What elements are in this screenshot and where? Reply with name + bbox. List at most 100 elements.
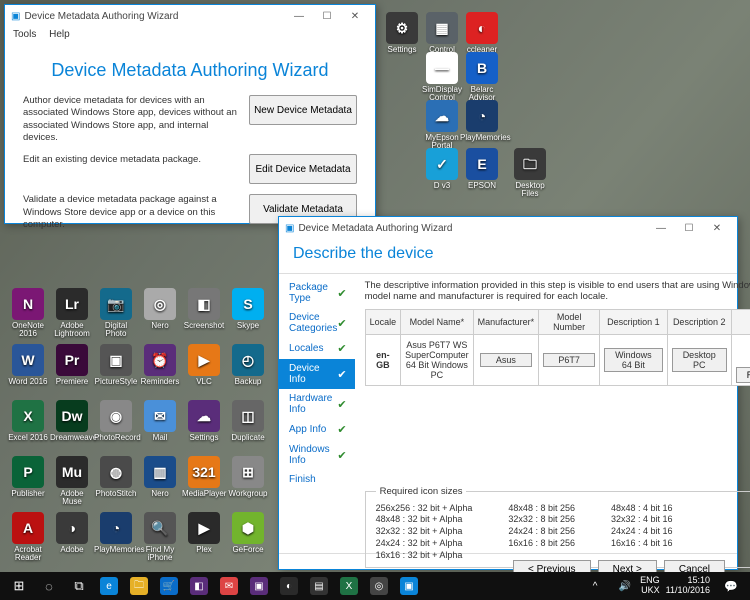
th-locale[interactable]: Locale (365, 309, 401, 334)
icon-size-entry: 16x16 : 8 bit 256 (508, 538, 575, 550)
th-desc2[interactable]: Description 2 (667, 309, 731, 334)
taskbar-app[interactable]: ▣ (244, 574, 274, 598)
desktop-icon[interactable]: AAcrobat Reader (6, 512, 50, 562)
desktop-icon[interactable]: ◐ccleaner (460, 12, 504, 54)
desktop-icon[interactable]: ◴Backup (226, 344, 270, 386)
cell-model[interactable]: Asus P6T7 WS SuperComputer 64 Bit Window… (401, 334, 474, 385)
cell-desc1[interactable]: Windows 64 Bit (604, 348, 663, 372)
titlebar[interactable]: ▣ Device Metadata Authoring Wizard — ☐ ✕ (5, 5, 375, 27)
desktop-icon[interactable]: ✉Mail (138, 400, 182, 442)
desktop-icon[interactable]: WWord 2016 (6, 344, 50, 386)
desktop-icon[interactable]: ☁MyEpson Portal (420, 100, 464, 150)
desktop-icon[interactable]: PrPremiere (50, 344, 94, 386)
tray-icon[interactable]: 🔊 (610, 574, 640, 598)
minimize-button[interactable]: — (647, 219, 675, 237)
taskbar-app[interactable]: ◧ (184, 574, 214, 598)
edit-device-metadata-button[interactable]: Edit Device Metadata (249, 154, 357, 184)
desktop-icon[interactable]: BBelarc Advisor (460, 52, 504, 102)
cell-desc2[interactable]: Desktop PC (672, 348, 727, 372)
desktop-icon[interactable]: ◑Adobe (50, 512, 94, 554)
desktop-icon[interactable]: NOneNote 2016 (6, 288, 50, 338)
taskbar[interactable]: ⊞ ◌ ⧉ e 🗀 🛒 ◧ ✉ ▣ ◐ ▤ X ◎ ▣ ^ 🔊 ENG UKX … (0, 572, 750, 600)
th-model-number[interactable]: Model Number (539, 309, 600, 334)
taskbar-app[interactable]: ▤ (304, 574, 334, 598)
icon-size-entry: 256x256 : 32 bit + Alpha (376, 503, 473, 515)
desktop-icon[interactable]: 📷Digital Photo (94, 288, 138, 338)
th-icon[interactable]: Icon (731, 309, 750, 334)
desktop-icon[interactable]: ◧Screenshot (182, 288, 226, 330)
desktop-icon[interactable]: ☁Settings (182, 400, 226, 442)
desktop-icon[interactable]: ▶VLC (182, 344, 226, 386)
menu-tools[interactable]: Tools (13, 29, 36, 40)
menu-help[interactable]: Help (49, 29, 70, 40)
icon-label: Duplicate (226, 434, 270, 442)
sidebar-item[interactable]: Finish (279, 470, 355, 489)
taskbar-app[interactable]: e (94, 574, 124, 598)
maximize-button[interactable]: ☐ (313, 7, 341, 25)
desktop-icon[interactable]: LrAdobe Lightroom (50, 288, 94, 338)
desktop-icon[interactable]: PPublisher (6, 456, 50, 498)
titlebar[interactable]: ▣ Device Metadata Authoring Wizard — ☐ ✕ (279, 217, 737, 239)
desktop-icon[interactable]: ✓D v3 (420, 148, 464, 190)
sidebar-item[interactable]: Package Type✔ (279, 278, 355, 308)
desktop-icon[interactable]: ◎Nero (138, 288, 182, 330)
desktop-icon[interactable]: ▥Nero (138, 456, 182, 498)
desktop-icon[interactable]: ▶Plex (182, 512, 226, 554)
sidebar-item[interactable]: Locales✔ (279, 338, 355, 359)
th-desc1[interactable]: Description 1 (600, 309, 668, 334)
table-row[interactable]: en-GB Asus P6T7 WS SuperComputer 64 Bit … (365, 334, 750, 385)
start-button[interactable]: ⊞ (4, 574, 34, 598)
tray-icon[interactable]: ^ (580, 574, 610, 598)
desktop-icon[interactable]: MuAdobe Muse (50, 456, 94, 506)
tray-lang[interactable]: ENG UKX (640, 576, 666, 596)
th-manufacturer[interactable]: Manufacturer* (473, 309, 539, 334)
new-device-metadata-button[interactable]: New Device Metadata (249, 95, 357, 125)
check-icon: ✔ (337, 368, 346, 381)
taskbar-app[interactable]: ▣ (394, 574, 424, 598)
close-button[interactable]: ✕ (703, 219, 731, 237)
desktop-icon[interactable]: ⚙Settings (380, 12, 424, 54)
desktop-icon[interactable]: 321MediaPlayer (182, 456, 226, 498)
taskbar-app[interactable]: ✉ (214, 574, 244, 598)
desktop-icon[interactable]: ◉PhotoRecord (94, 400, 138, 442)
desktop-icon[interactable]: ◍PhotoStitch (94, 456, 138, 498)
desktop-icon[interactable]: 🔍Find My iPhone (138, 512, 182, 562)
desktop-icon[interactable]: SSkype (226, 288, 270, 330)
cell-manufacturer[interactable]: Asus (480, 353, 532, 367)
close-button[interactable]: ✕ (341, 7, 369, 25)
minimize-button[interactable]: — (285, 7, 313, 25)
desktop-icon[interactable]: ◔PlayMemories (94, 512, 138, 554)
sidebar-item[interactable]: Device Categories✔ (279, 308, 355, 338)
desktop-icon[interactable]: ⏰Reminders (138, 344, 182, 386)
taskbar-app[interactable]: X (334, 574, 364, 598)
th-model[interactable]: Model Name* (401, 309, 474, 334)
desktop-icon[interactable]: 🗀Desktop Files (508, 148, 552, 198)
sidebar-item-label: App Info (289, 424, 326, 435)
taskbar-app[interactable]: ◎ (364, 574, 394, 598)
desktop-icon[interactable]: —SimDisplay Control (420, 52, 464, 102)
desktop-icon[interactable]: ◔PlayMemories (460, 100, 504, 142)
sidebar-item[interactable]: Device Info✔ (279, 359, 355, 389)
search-icon[interactable]: ◌ (34, 574, 64, 598)
remove-button[interactable]: Remove (736, 367, 750, 383)
notifications-icon[interactable]: 💬 (716, 574, 746, 598)
sidebar-item[interactable]: Hardware Info✔ (279, 389, 355, 419)
sidebar-item[interactable]: App Info✔ (279, 419, 355, 440)
desktop-icon[interactable]: ▣PictureStyle (94, 344, 138, 386)
taskbar-app[interactable]: 🗀 (124, 574, 154, 598)
taskbar-app[interactable]: 🛒 (154, 574, 184, 598)
desktop-icon[interactable]: EEPSON (460, 148, 504, 190)
taskbar-app[interactable]: ◐ (274, 574, 304, 598)
cell-model-number[interactable]: P6T7 (543, 353, 595, 367)
icon-label: Plex (182, 546, 226, 554)
desktop-icon[interactable]: ⊞Workgroup (226, 456, 270, 498)
maximize-button[interactable]: ☐ (675, 219, 703, 237)
sidebar-item[interactable]: Windows Info✔ (279, 440, 355, 470)
desktop-icon[interactable]: ◫Duplicate (226, 400, 270, 442)
desktop-icon[interactable]: DwDreamweaver (50, 400, 94, 442)
tray-clock[interactable]: 15:10 11/10/2016 (666, 576, 716, 596)
task-view-icon[interactable]: ⧉ (64, 574, 94, 598)
desktop-icon[interactable]: ⬢GeForce (226, 512, 270, 554)
desktop-icon[interactable]: XExcel 2016 (6, 400, 50, 442)
icon-label: Publisher (6, 490, 50, 498)
